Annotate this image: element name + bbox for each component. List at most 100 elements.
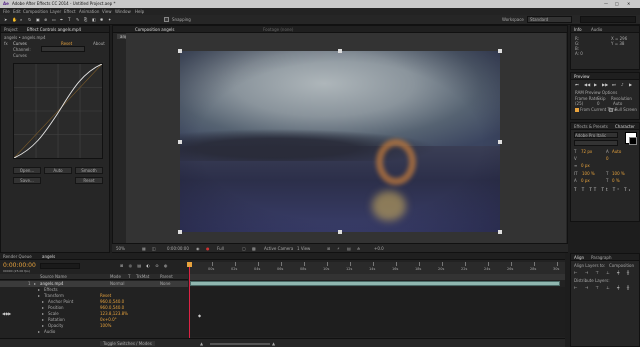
- type-tool-icon[interactable]: T: [68, 17, 70, 22]
- tab-paragraph[interactable]: Paragraph: [591, 255, 612, 260]
- layer-property-name[interactable]: Position: [48, 305, 64, 310]
- next-frame-button[interactable]: ▶▶: [602, 82, 608, 87]
- puppet-tool-icon[interactable]: ✦: [108, 17, 111, 22]
- color-channel-icon[interactable]: ●: [206, 246, 210, 251]
- twirl-arrow-icon[interactable]: ▸: [42, 317, 44, 322]
- menu-edit[interactable]: Edit: [13, 9, 21, 14]
- layer-property-name[interactable]: Opacity: [48, 323, 63, 328]
- align-buttons[interactable]: ⊢ ⊣ ⊤ ⊥ ╪ ╫: [574, 270, 632, 275]
- rotate-tool-icon[interactable]: ↻: [28, 17, 31, 22]
- rectangle-tool-icon[interactable]: ▭: [52, 17, 56, 22]
- prev-frame-button[interactable]: ◀◀: [584, 82, 590, 87]
- workspace-dropdown[interactable]: Standard: [527, 16, 572, 23]
- minimize-button[interactable]: —: [604, 1, 608, 6]
- tab-effects-presets[interactable]: Effects & Presets: [574, 124, 608, 129]
- time-ruler[interactable]: 00s 02s 04s 06s 08s 10s 12s 14s 16s 18s 20s 22s 24s 2…: [190, 262, 565, 274]
- twirl-arrow-icon[interactable]: ▸: [42, 323, 44, 328]
- property-value[interactable]: 960.0,540.0: [100, 299, 124, 304]
- ram-preview-options[interactable]: RAM Preview Options: [575, 90, 617, 95]
- transparency-grid-icon[interactable]: ▩: [252, 246, 256, 251]
- layer-property-name[interactable]: Transform: [44, 293, 64, 298]
- transform-handle[interactable]: [178, 49, 182, 53]
- resolution-value[interactable]: Auto: [613, 101, 622, 106]
- eraser-tool-icon[interactable]: ◧: [92, 17, 96, 22]
- transform-handle[interactable]: [498, 49, 502, 53]
- table-row[interactable]: ▸ Audio: [0, 329, 188, 335]
- layer-property-name[interactable]: angels.mp4: [40, 281, 63, 286]
- twirl-arrow-icon[interactable]: ▸: [38, 293, 40, 298]
- scale-keyframe-icon[interactable]: ◆: [198, 313, 201, 318]
- vertical-scale-value[interactable]: 100 %: [582, 171, 595, 176]
- layer-property-name[interactable]: Anchor Point: [48, 299, 73, 304]
- effect-about-link[interactable]: About: [93, 41, 105, 46]
- layer-parent-dropdown[interactable]: None: [160, 281, 170, 286]
- fast-preview-icon[interactable]: ⚡: [337, 246, 340, 251]
- stroke-color-swatch[interactable]: [629, 137, 637, 145]
- align-to-dropdown[interactable]: Composition: [609, 263, 634, 268]
- tab-footage[interactable]: Footage (none): [263, 27, 293, 32]
- toggle-pixel-icon[interactable]: ⊞: [327, 246, 330, 251]
- full-screen-checkbox[interactable]: [609, 108, 613, 112]
- timeline-timecode[interactable]: 0:00:00:00: [3, 262, 36, 269]
- playhead-line[interactable]: [189, 262, 190, 338]
- curves-save-button[interactable]: Save...: [13, 177, 41, 184]
- first-frame-button[interactable]: ⏮: [575, 82, 579, 87]
- menu-animation[interactable]: Animation: [79, 9, 99, 14]
- property-value[interactable]: 960.0,540.0: [100, 305, 124, 310]
- timeline-switch-icons[interactable]: ⊞ ◎ ▤ ◐ ⊙ ◍: [120, 263, 169, 268]
- channel-dropdown[interactable]: [41, 46, 85, 52]
- distribute-buttons[interactable]: ⊢ ⊣ ⊤ ⊥ ╪ ╫: [574, 285, 632, 290]
- tab-composition[interactable]: Composition angels: [135, 27, 174, 32]
- tab-character[interactable]: Character: [615, 124, 635, 129]
- zoom-tool-icon[interactable]: ⌕: [20, 17, 22, 22]
- footage-frame[interactable]: [180, 51, 500, 232]
- zoom-out-icon[interactable]: ▲: [200, 341, 203, 346]
- curves-smooth-button[interactable]: Smooth: [75, 167, 103, 174]
- twirl-arrow-icon[interactable]: ▸: [42, 311, 44, 316]
- font-family-dropdown[interactable]: Adobe Pro Italic: [574, 132, 618, 138]
- tab-preview[interactable]: Preview: [574, 74, 590, 79]
- text-style-buttons[interactable]: T T TT Tt T¹ T₁: [574, 187, 632, 192]
- transform-handle[interactable]: [338, 49, 342, 53]
- layer-mode-dropdown[interactable]: Normal: [110, 281, 124, 286]
- maximize-button[interactable]: □: [615, 1, 619, 6]
- curves-open-button[interactable]: Open...: [13, 167, 41, 174]
- exposure-value[interactable]: +0.0: [374, 246, 384, 251]
- roto-tool-icon[interactable]: ✺: [100, 17, 103, 22]
- timeline-icon[interactable]: ▤: [347, 246, 351, 251]
- flowchart-icon[interactable]: ⋔: [357, 246, 360, 251]
- col-parent[interactable]: Parent: [160, 274, 173, 279]
- selection-tool-icon[interactable]: ➤: [4, 17, 7, 22]
- fx-toggle-icon[interactable]: fx: [4, 41, 8, 46]
- resolution-dropdown[interactable]: Full: [217, 246, 224, 251]
- twirl-arrow-icon[interactable]: ▸: [42, 305, 44, 310]
- stroke-width-value[interactable]: 0 px: [581, 163, 590, 168]
- effect-name[interactable]: Curves: [13, 41, 27, 46]
- layer-property-name[interactable]: Rotation: [48, 317, 65, 322]
- mask-icon[interactable]: ◫: [152, 246, 156, 251]
- layer-duration-bar[interactable]: [190, 281, 560, 286]
- zoom-dropdown[interactable]: 50%: [116, 246, 125, 251]
- property-value[interactable]: 0x+0.0°: [100, 317, 117, 322]
- clone-tool-icon[interactable]: ⎘: [84, 17, 87, 22]
- tab-info[interactable]: Info: [574, 27, 582, 32]
- layer-property-name[interactable]: Scale: [48, 311, 59, 316]
- keyframe-nav-icon[interactable]: ◀◆▶: [2, 311, 11, 316]
- col-source-name[interactable]: Source Name: [40, 274, 67, 279]
- timeline-search-input[interactable]: [40, 263, 80, 269]
- snapping-checkbox[interactable]: [164, 17, 169, 22]
- camera-dropdown[interactable]: Active Camera: [264, 246, 293, 251]
- menu-file[interactable]: File: [3, 9, 10, 14]
- leading-value[interactable]: Auto: [612, 149, 621, 154]
- hand-tool-icon[interactable]: ✋: [12, 17, 17, 22]
- last-frame-button[interactable]: ⏭: [612, 82, 616, 87]
- grid-icon[interactable]: ▦: [142, 246, 146, 251]
- tab-audio[interactable]: Audio: [591, 27, 602, 32]
- viewer-timecode[interactable]: 0:00:00:00: [167, 246, 189, 251]
- tab-align[interactable]: Align: [574, 255, 584, 260]
- col-trkmat[interactable]: TrkMat: [136, 274, 149, 279]
- pen-tool-icon[interactable]: ✒: [60, 17, 63, 22]
- frame-rate-value[interactable]: (25): [575, 101, 583, 106]
- curves-auto-button[interactable]: Auto: [44, 167, 72, 174]
- col-t[interactable]: T: [128, 274, 130, 279]
